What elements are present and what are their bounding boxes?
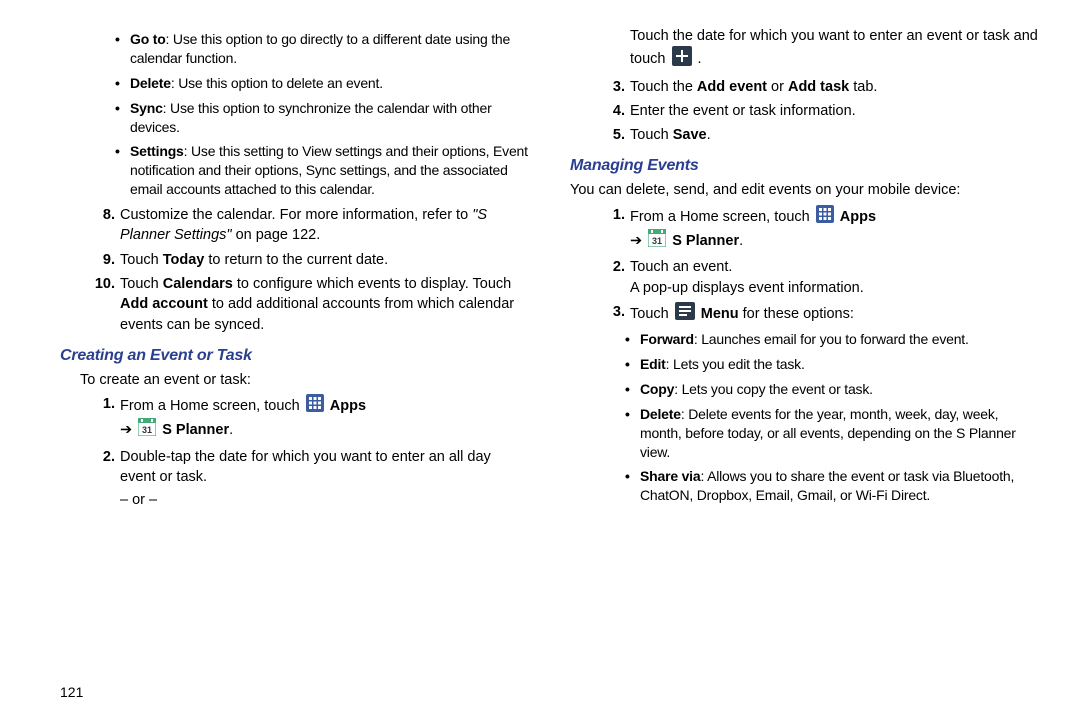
right-column: Touch the date for which you want to ent… [570, 30, 1040, 710]
menu-icon [675, 302, 695, 326]
apps-grid-icon [816, 205, 834, 229]
create-step-2b: Touch the date for which you want to ent… [570, 26, 1040, 73]
svg-text:31: 31 [652, 236, 662, 246]
step-8: 8. Customize the calendar. For more info… [60, 205, 530, 246]
menu-option-delete: Delete: Delete events for the year, mont… [570, 405, 1040, 462]
plus-icon [672, 46, 692, 72]
manage-step-2: 2. Touch an event. A pop-up displays eve… [570, 257, 1040, 298]
menu-option-copy: Copy: Lets you copy the event or task. [570, 380, 1040, 399]
apps-label: Apps [840, 209, 876, 225]
s-planner-icon: 31 [138, 418, 156, 442]
step-10: 10. Touch Calendars to configure which e… [60, 274, 530, 335]
creating-steps: 1. From a Home screen, touch Apps ➔ 31 S… [60, 394, 530, 487]
create-step-4: 4. Enter the event or task information. [570, 101, 1040, 121]
svg-text:31: 31 [142, 425, 152, 435]
menu-option-share-via: Share via: Allows you to share the event… [570, 467, 1040, 505]
or-separator: – or – [60, 491, 530, 511]
managing-steps: 1. From a Home screen, touch Apps ➔ 31 S… [570, 205, 1040, 326]
option-sync: Sync: Use this option to synchronize the… [60, 99, 530, 137]
apps-grid-icon [306, 394, 324, 418]
s-planner-label: S Planner [162, 422, 229, 438]
page-number: 121 [60, 683, 83, 702]
s-planner-icon: 31 [648, 229, 666, 253]
section2-intro: You can delete, send, and edit events on… [570, 181, 1040, 201]
manage-step-3: 3. Touch Menu for these options: [570, 302, 1040, 326]
create-step-1: 1. From a Home screen, touch Apps ➔ 31 S… [60, 394, 530, 443]
option-goto: Go to: Use this option to go directly to… [60, 30, 530, 68]
create-step-3: 3. Touch the Add event or Add task tab. [570, 77, 1040, 97]
menu-label: Menu [701, 306, 739, 322]
section-creating-event: Creating an Event or Task [60, 345, 530, 367]
section1-intro: To create an event or task: [80, 371, 530, 391]
create-step-5: 5. Touch Save. [570, 125, 1040, 145]
menu-options-list: Forward: Launches email for you to forwa… [570, 330, 1040, 505]
numbered-steps-8-10: 8. Customize the calendar. For more info… [60, 205, 530, 335]
creating-steps-continued: Touch the date for which you want to ent… [570, 26, 1040, 145]
menu-option-forward: Forward: Launches email for you to forwa… [570, 330, 1040, 349]
option-settings: Settings: Use this setting to View setti… [60, 142, 530, 199]
option-list: Go to: Use this option to go directly to… [60, 30, 530, 199]
option-delete: Delete: Use this option to delete an eve… [60, 74, 530, 93]
left-column: Go to: Use this option to go directly to… [60, 30, 530, 710]
s-planner-label: S Planner [672, 233, 739, 249]
step-9: 9. Touch Today to return to the current … [60, 250, 530, 270]
create-step-2: 2. Double-tap the date for which you wan… [60, 447, 530, 488]
section-managing-events: Managing Events [570, 155, 1040, 177]
apps-label: Apps [330, 398, 366, 414]
manage-step-1: 1. From a Home screen, touch Apps ➔ 31 S… [570, 205, 1040, 254]
menu-option-edit: Edit: Lets you edit the task. [570, 355, 1040, 374]
